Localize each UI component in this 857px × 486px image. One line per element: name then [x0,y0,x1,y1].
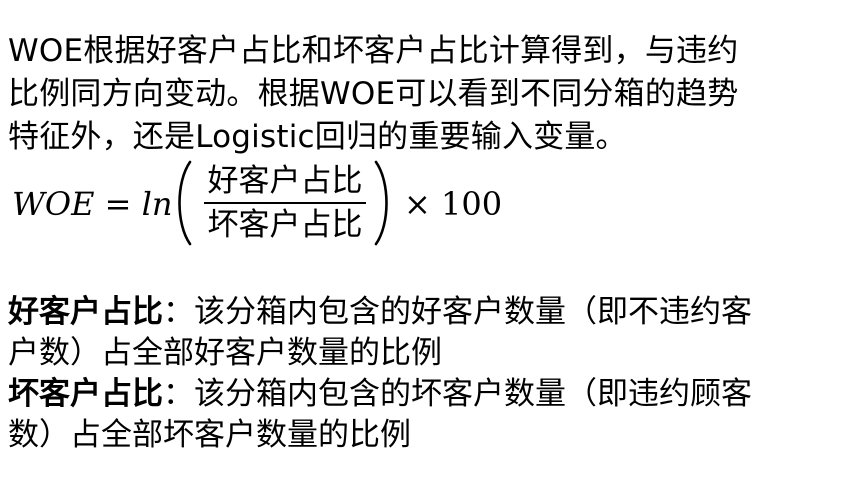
definition-bad-line2: 数）占全部坏客户数量的比例 [8,417,411,453]
woe-formula: WOE = ln 好客户占比 坏客户占比 × 100 [12,160,532,250]
formula-lhs: WOE = ln [12,185,173,223]
fraction-numerator: 好客户占比 [207,163,363,199]
definition-good-line1: 好客户占比：该分箱内包含的好客户数量（即不违约客 [8,292,848,333]
definition-term-good: 好客户占比 [8,294,163,330]
formula-rhs: × 100 [404,185,503,223]
formula-fraction: 好客户占比 坏客户占比 [200,162,370,244]
definition-text-bad: ：该分箱内包含的坏客户数量（即违约顾客 [163,376,752,412]
fraction-bar [204,202,366,204]
intro-line: 比例同方向变动。根据WOE可以看到不同分箱的趋势 [8,76,739,112]
definitions: 好客户占比：该分箱内包含的好客户数量（即不违约客 户数）占全部好客户数量的比例 … [8,292,848,456]
right-parenthesis [374,160,388,246]
intro-line: 特征外，还是Logistic回归的重要输入变量。 [8,119,627,155]
definition-bad-line1: 坏客户占比：该分箱内包含的坏客户数量（即违约顾客 [8,374,848,415]
definition-text-good: ：该分箱内包含的好客户数量（即不违约客 [163,294,752,330]
definition-term-bad: 坏客户占比 [8,376,163,412]
slide: WOE根据好客户占比和坏客户占比计算得到，与违约 比例同方向变动。根据WOE可以… [0,0,857,486]
intro-paragraph: WOE根据好客户占比和坏客户占比计算得到，与违约 比例同方向变动。根据WOE可以… [8,30,848,159]
intro-line: WOE根据好客户占比和坏客户占比计算得到，与违约 [8,33,739,69]
left-parenthesis [178,160,192,246]
definition-good-line2: 户数）占全部好客户数量的比例 [8,335,442,371]
fraction-denominator: 坏客户占比 [207,207,363,243]
